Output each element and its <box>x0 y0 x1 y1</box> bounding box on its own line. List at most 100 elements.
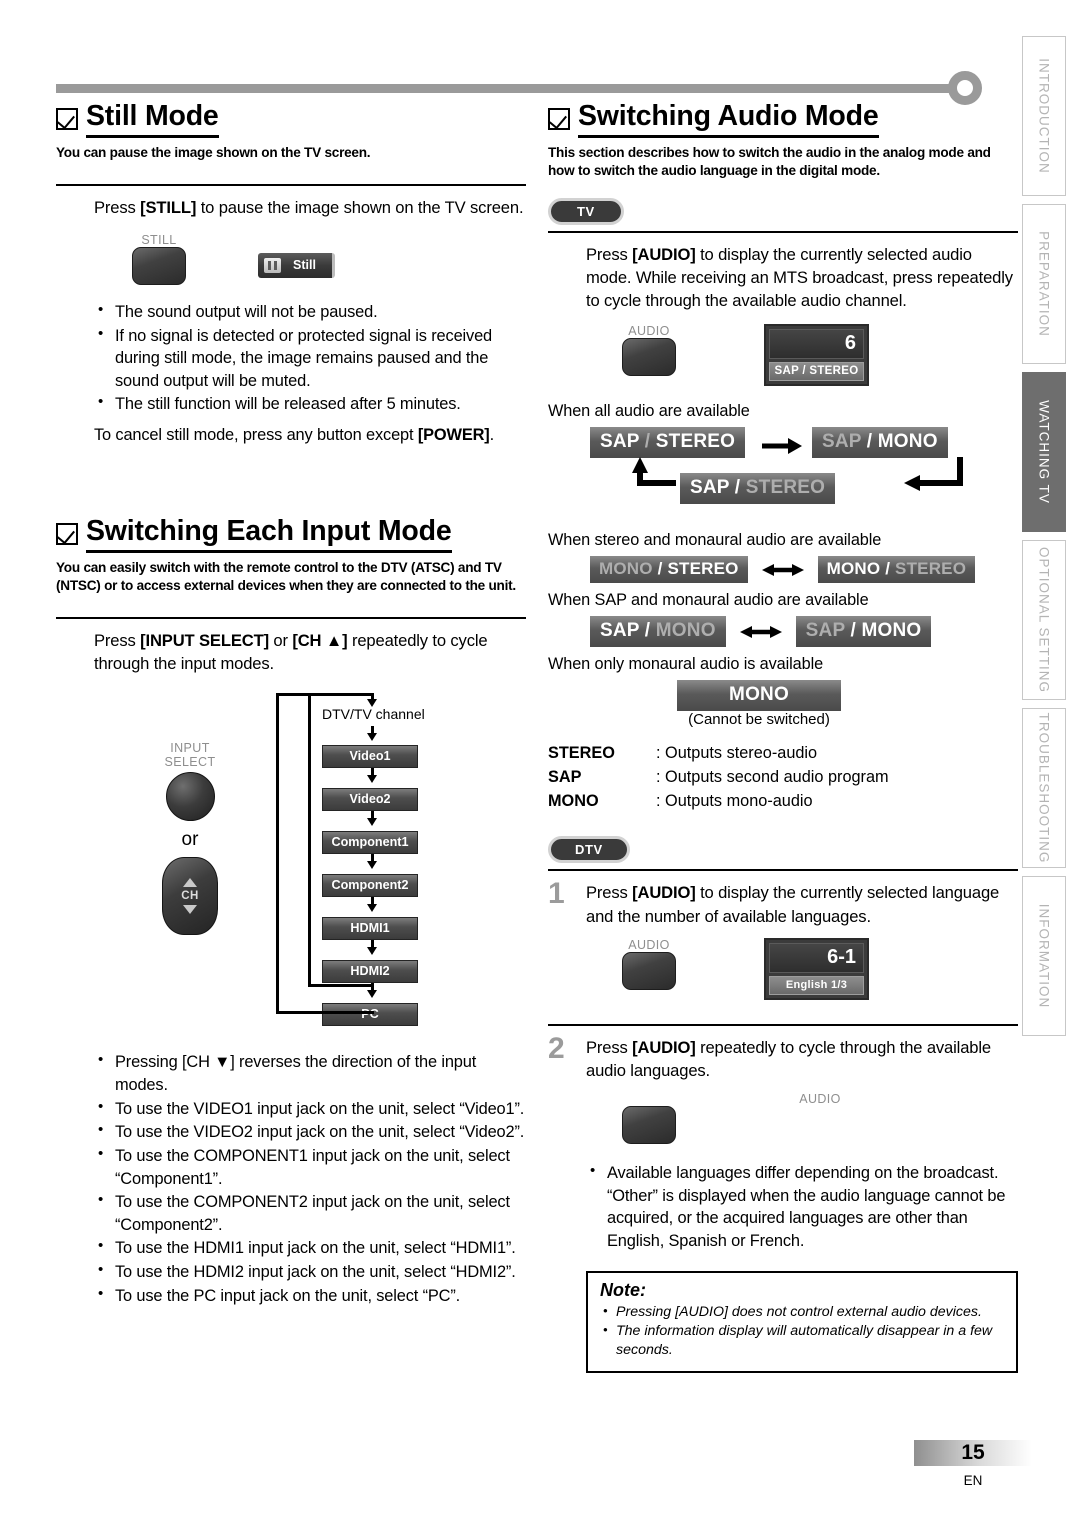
still-remote-button[interactable] <box>132 246 186 285</box>
dtv-step1-text: Press [AUDIO] to display the currently s… <box>586 883 1000 926</box>
tab-introduction[interactable]: INTRODUCTION <box>1022 36 1066 196</box>
audio-badge-mono: MONO <box>677 680 841 712</box>
input-mode-lede: You can easily switch with the remote co… <box>56 559 516 593</box>
audio-button-caption: AUDIO <box>628 324 670 339</box>
audio-badge-sap-mono-a: SAP / MONO <box>812 427 948 459</box>
chevron-down-icon <box>183 905 197 915</box>
checkbox-icon <box>56 523 78 546</box>
audio-badge-sap-stereo-a: SAP / STEREO <box>590 427 746 459</box>
still-mode-heading-row: Still Mode <box>56 100 526 138</box>
tab-preparation[interactable]: PREPARATION <box>1022 204 1066 364</box>
osd-channel-display: 6 SAP / STEREO <box>764 324 869 387</box>
dtv-audio-button-art-2: AUDIO <box>622 1092 1018 1145</box>
osd-channel-number: 6-1 <box>769 942 864 973</box>
audio-badge-sap-mono-b: SAP / MONO <box>590 616 726 648</box>
tab-label: WATCHING TV <box>1036 400 1052 504</box>
list-item: The still function will be released afte… <box>94 393 526 416</box>
manual-page: INTRODUCTION PREPARATION WATCHING TV OPT… <box>0 0 1080 1526</box>
still-cancel-text: To cancel still mode, press any button e… <box>94 426 495 445</box>
audio-remote-button[interactable] <box>622 1106 676 1145</box>
section-input-mode: Switching Each Input Mode You can easily… <box>56 515 526 1307</box>
input-mode-heading-row: Switching Each Input Mode <box>56 515 526 553</box>
list-item: Available languages differ depending on … <box>586 1161 1018 1253</box>
tv-audio-step-text: Press [AUDIO] to display the currently s… <box>586 244 1013 311</box>
flow-loop-bottom <box>308 984 374 988</box>
audio-mode-lede: This section describes how to switch the… <box>548 144 991 178</box>
arrow-elbow-up-icon <box>632 457 676 487</box>
input-step-body: Press [INPUT SELECT] or [CH ▲] repeatedl… <box>56 619 526 1307</box>
input-select-remote-button[interactable] <box>165 772 215 822</box>
osd-language-label: English 1/3 <box>769 975 864 995</box>
audio-badge-sap-stereo-b: SAP / STEREO <box>680 473 836 505</box>
cond-sap-mono: When SAP and monaural audio are availabl… <box>548 591 869 610</box>
input-mode-title: Switching Each Input Mode <box>86 515 452 553</box>
flow-return-line <box>276 693 279 1012</box>
section-still-mode: Still Mode You can pause the image shown… <box>56 100 526 447</box>
dtv-step2-text: Press [AUDIO] repeatedly to cycle throug… <box>586 1037 991 1080</box>
dtv-bullets: Available languages differ depending on … <box>586 1161 1018 1253</box>
audio-button-art: AUDIO <box>622 324 676 377</box>
tab-label: OPTIONAL SETTING <box>1036 546 1052 694</box>
flow-arrow-icon <box>367 733 377 742</box>
still-mode-lede: You can pause the image shown on the TV … <box>56 144 371 160</box>
step-number: 1 <box>548 877 565 911</box>
tab-troubleshooting[interactable]: TROUBLESHOOTING <box>1022 708 1066 868</box>
flow-item-pc: PC <box>322 1003 418 1027</box>
flow-return-top <box>276 693 374 697</box>
definition-row: MONO : Outputs mono-audio <box>548 792 813 811</box>
list-item: To use the COMPONENT2 input jack on the … <box>94 1190 526 1236</box>
tab-optional-setting[interactable]: OPTIONAL SETTING <box>1022 540 1066 700</box>
tab-label: TROUBLESHOOTING <box>1036 712 1052 864</box>
cond-mono-only: When only monaural audio is available <box>548 655 824 674</box>
list-item: To use the HDMI1 input jack on the unit,… <box>94 1236 526 1260</box>
note-box: Note: Pressing [AUDIO] does not control … <box>586 1270 1018 1373</box>
still-step-body: Press [STILL] to pause the image shown o… <box>56 186 526 447</box>
audio-mode-heading-row: Switching Audio Mode <box>548 100 1018 138</box>
still-button-art: STILL <box>132 233 186 285</box>
checkbox-icon <box>56 108 78 130</box>
list-item: To use the VIDEO1 input jack on the unit… <box>94 1097 526 1121</box>
osd-still-label: Still <box>293 258 316 273</box>
still-button-caption: STILL <box>141 232 177 247</box>
note-item: The information display will automatical… <box>600 1321 1004 1361</box>
flow-item-component2: Component2 <box>322 874 418 898</box>
audio-badge-sap-mono-c: SAP / MONO <box>795 616 932 648</box>
mono-cannot-switch-note: (Cannot be switched) <box>688 711 830 729</box>
dtv-audio-button-art: AUDIO <box>622 938 676 990</box>
tab-label: INFORMATION <box>1036 903 1052 1009</box>
cycle-diagram-sap-mono: SAP / MONO SAP / MONO <box>548 616 1018 648</box>
flow-item-video1: Video1 <box>322 745 418 769</box>
still-step-text: Press [STILL] to pause the image shown o… <box>94 197 524 217</box>
tab-watching-tv[interactable]: WATCHING TV <box>1022 372 1066 532</box>
flow-return-bottom <box>276 1011 374 1015</box>
list-item: To use the COMPONENT1 input jack on the … <box>94 1144 526 1190</box>
tab-label: INTRODUCTION <box>1036 58 1052 174</box>
audio-button-caption: AUDIO <box>799 1092 841 1107</box>
tab-information[interactable]: INFORMATION <box>1022 876 1066 1036</box>
arrow-left-right-icon <box>739 625 782 638</box>
input-select-caption: INPUT SELECT <box>164 741 216 770</box>
checkbox-icon <box>548 108 570 130</box>
chevron-up-icon <box>183 878 197 888</box>
tv-audio-step-body: Press [AUDIO] to display the currently s… <box>548 233 1018 387</box>
left-column: Still Mode You can pause the image shown… <box>56 100 526 1308</box>
audio-button-caption: AUDIO <box>628 937 670 952</box>
cycle-diagram-stereo-mono: MONO / STEREO MONO / STEREO <box>548 556 1018 584</box>
audio-badge-mono-stereo-b: MONO / STEREO <box>817 556 976 584</box>
arrow-right-icon <box>762 438 802 455</box>
tab-label: PREPARATION <box>1036 231 1052 337</box>
audio-definitions: STEREO : Outputs stereo-audio SAP : Outp… <box>548 742 1018 814</box>
osd-language-display: 6-1 English 1/3 <box>764 937 869 1000</box>
page-title: Still Mode <box>86 100 219 138</box>
audio-remote-button[interactable] <box>622 951 676 990</box>
input-flow-diagram: INPUT SELECT or CH DTV/TV channel Video1… <box>94 685 526 1027</box>
flow-item-hdmi1: HDMI1 <box>322 917 418 941</box>
arrow-left-right-icon <box>761 563 804 576</box>
status-badge-tv: TV <box>548 197 624 225</box>
definition-row: STEREO : Outputs stereo-audio <box>548 744 818 763</box>
input-select-art: INPUT SELECT or CH <box>130 741 250 936</box>
language-code: EN <box>963 1473 983 1488</box>
ch-rocker-button[interactable]: CH <box>162 857 218 936</box>
flow-item-component1: Component1 <box>322 831 418 855</box>
audio-remote-button[interactable] <box>622 338 676 377</box>
